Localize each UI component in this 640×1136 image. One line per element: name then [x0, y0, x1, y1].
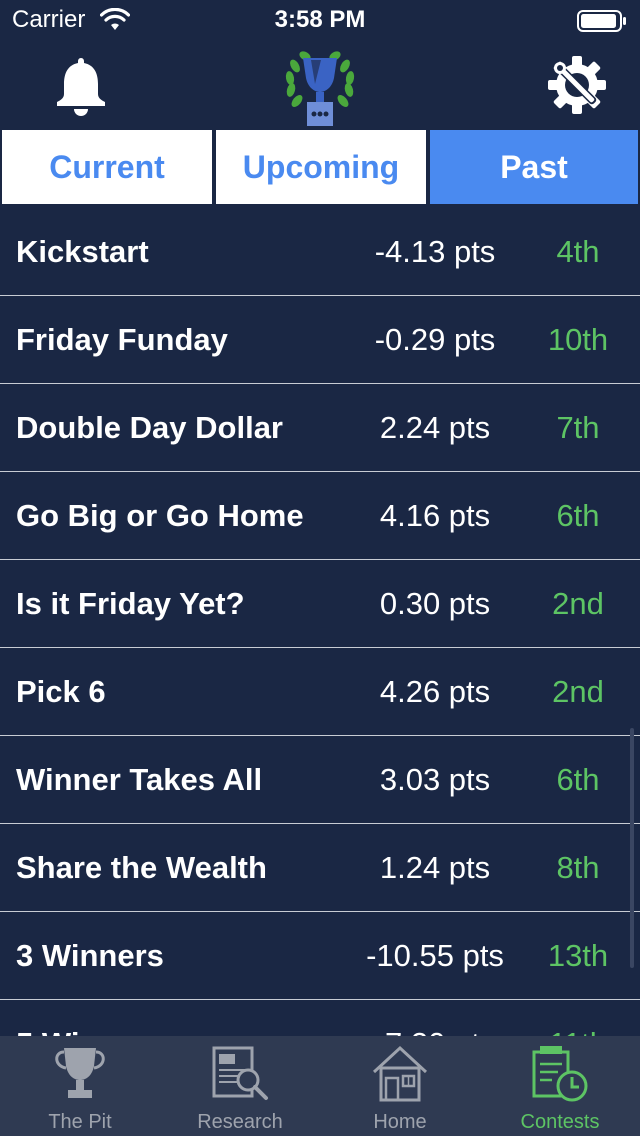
contest-points: 3.03 pts	[379, 762, 491, 797]
contest-name: Winner Takes All	[16, 762, 263, 797]
contest-filter-tabs: Current Upcoming Past	[0, 128, 640, 208]
contest-rank: 6th	[556, 762, 600, 797]
contest-rank: 11th	[528, 1000, 628, 1036]
contest-points: 2.24 pts	[379, 410, 491, 445]
contest-row[interactable]: Is it Friday Yet? 0.30 pts 2nd	[0, 560, 640, 648]
contest-row[interactable]: Go Big or Go Home 4.16 pts 6th	[0, 472, 640, 560]
contest-points: 4.26 pts	[379, 674, 491, 709]
contest-rank: 7th	[556, 410, 600, 445]
contest-row[interactable]: Share the Wealth 1.24 pts 8th	[0, 824, 640, 912]
tabbar-item-the-pit[interactable]: The Pit	[0, 1036, 160, 1136]
contest-row[interactable]: Pick 6 4.26 pts 2nd	[0, 648, 640, 736]
contest-rank: 13th	[547, 938, 609, 973]
status-time: 3:58 PM	[274, 6, 366, 33]
tabbar-item-research[interactable]: Research	[160, 1036, 320, 1136]
contest-name: Friday Funday	[16, 322, 228, 357]
contest-rank: 2nd	[552, 674, 604, 709]
tab-current[interactable]: Current	[0, 128, 214, 206]
home-icon	[372, 1045, 428, 1102]
contest-rank: 6th	[556, 498, 600, 533]
contest-row[interactable]: Double Day Dollar 2.24 pts 7th	[0, 384, 640, 472]
contest-rank: 10th	[547, 322, 609, 357]
tabbar-label: Research	[197, 1111, 283, 1133]
tabbar-label: The Pit	[48, 1111, 112, 1133]
tabbar-label: Home	[373, 1111, 427, 1133]
tab-past[interactable]: Past	[428, 128, 640, 206]
contest-points: -4.13 pts	[374, 234, 496, 269]
contest-points: -0.29 pts	[374, 322, 496, 357]
battery-icon	[577, 10, 626, 32]
status-bar: Carrier 3:58 PM	[0, 0, 640, 40]
contest-points: 1.24 pts	[379, 850, 491, 885]
research-icon	[212, 1046, 268, 1100]
contest-list[interactable]: Kickstart -4.13 pts 4th Friday Funday -0…	[0, 208, 640, 1036]
contest-row[interactable]: 5 Winners -7.20 pts 11th	[0, 1000, 640, 1036]
contest-points: -10.55 pts	[366, 938, 504, 973]
contest-name: Pick 6	[16, 674, 106, 709]
bottom-tab-bar: The Pit Research Home Contests	[0, 1036, 640, 1136]
tab-upcoming[interactable]: Upcoming	[214, 128, 428, 206]
scroll-indicator[interactable]	[630, 728, 634, 968]
bell-icon[interactable]	[52, 54, 110, 116]
trophy-icon	[55, 1048, 105, 1098]
contest-rank: 4th	[556, 234, 600, 269]
contest-points: 0.30 pts	[379, 586, 491, 621]
gear-wrench-icon[interactable]	[546, 54, 608, 116]
app-header	[0, 40, 640, 128]
contest-name: 5 Winners	[16, 1000, 164, 1036]
contest-rank: 2nd	[552, 586, 604, 621]
tabbar-item-home[interactable]: Home	[320, 1036, 480, 1136]
contest-name: Go Big or Go Home	[16, 498, 304, 533]
contest-name: Double Day Dollar	[16, 410, 283, 445]
trophy-logo	[285, 51, 355, 126]
contest-rank: 8th	[556, 850, 600, 885]
tabbar-label: Contests	[520, 1111, 600, 1133]
contest-name: 3 Winners	[16, 938, 164, 973]
contest-row[interactable]: Kickstart -4.13 pts 4th	[0, 208, 640, 296]
contest-name: Is it Friday Yet?	[16, 586, 245, 621]
contest-points: -7.20 pts	[330, 1000, 540, 1036]
tabbar-item-contests[interactable]: Contests	[480, 1036, 640, 1136]
contest-row[interactable]: Friday Funday -0.29 pts 10th	[0, 296, 640, 384]
contest-row[interactable]: Winner Takes All 3.03 pts 6th	[0, 736, 640, 824]
contest-row[interactable]: 3 Winners -10.55 pts 13th	[0, 912, 640, 1000]
contests-icon	[532, 1046, 588, 1102]
contest-name: Kickstart	[16, 234, 149, 269]
contest-points: 4.16 pts	[379, 498, 491, 533]
contest-name: Share the Wealth	[16, 850, 267, 885]
